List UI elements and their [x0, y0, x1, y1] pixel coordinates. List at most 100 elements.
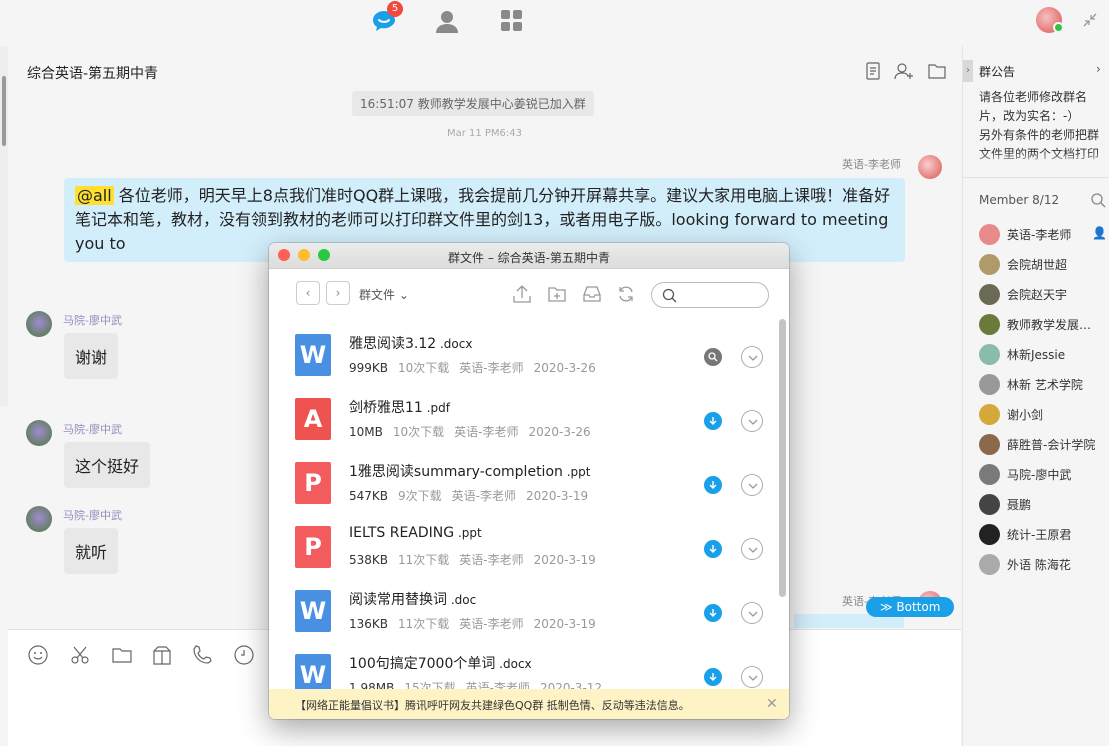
screenshot-scissors-icon[interactable] — [69, 644, 91, 666]
upload-icon[interactable] — [512, 284, 532, 304]
upload-date: 2020-3-19 — [533, 617, 596, 631]
phone-icon[interactable] — [191, 644, 213, 666]
chat-header: 综合英语-第五期中青 — [8, 46, 961, 96]
more-options-chevron-icon[interactable] — [741, 474, 763, 496]
member-item[interactable]: 会院赵天宇 — [979, 283, 1107, 307]
member-item[interactable]: 外语 陈海花 — [979, 553, 1107, 577]
file-meta: 999KB 10次下载 英语-李老师 2020-3-26 — [349, 359, 596, 376]
avatar — [979, 554, 1000, 575]
message-bubble: 就听 — [64, 528, 119, 574]
gift-box-icon[interactable] — [151, 644, 173, 666]
more-options-chevron-icon[interactable] — [741, 538, 763, 560]
member-item[interactable]: 谢小剑 — [979, 403, 1107, 427]
upload-date: 2020-3-26 — [533, 361, 596, 375]
member-item[interactable]: 聂鹏 — [979, 493, 1107, 517]
avatar[interactable] — [26, 506, 52, 532]
more-options-chevron-icon[interactable] — [741, 666, 763, 688]
contacts-tab[interactable] — [434, 8, 460, 34]
add-member-icon[interactable] — [894, 61, 914, 81]
member-name: 薛胜普-会计学院 — [1007, 438, 1096, 452]
member-item[interactable]: 马院-廖中武 — [979, 463, 1107, 487]
announcement-icon[interactable] — [863, 61, 883, 81]
back-button[interactable]: ‹ — [296, 281, 320, 305]
emoji-icon[interactable] — [27, 644, 49, 666]
dialog-titlebar[interactable]: 群文件 – 综合英语-第五期中青 — [269, 243, 789, 269]
member-name: 林新Jessie — [1007, 348, 1066, 362]
close-notice-icon[interactable]: ✕ — [766, 696, 778, 712]
file-name: 100句搞定7000个单词 .docx — [349, 656, 532, 672]
file-meta: 136KB 11次下载 英语-李老师 2020-3-19 — [349, 615, 596, 632]
member-item[interactable]: 统计-王原君 — [979, 523, 1107, 547]
file-size: 136KB — [349, 617, 389, 631]
download-count: 11次下载 — [398, 617, 450, 631]
mention-all[interactable]: @all — [75, 186, 114, 205]
double-chevron-down-icon: ≫ — [880, 600, 893, 614]
member-item[interactable]: 会院胡世超 — [979, 253, 1107, 277]
avatar[interactable] — [26, 420, 52, 446]
inbox-icon[interactable] — [582, 284, 602, 304]
download-icon[interactable] — [704, 540, 722, 558]
left-scrollbar[interactable] — [0, 46, 8, 406]
member-item[interactable]: 英语-李老师 👤 — [979, 223, 1107, 247]
download-count: 11次下载 — [398, 553, 450, 567]
download-icon[interactable] — [704, 604, 722, 622]
avatar — [979, 494, 1000, 515]
file-row[interactable]: P IELTS READING .ppt 538KB 11次下载 英语-李老师 2020-… — [269, 511, 777, 575]
online-status-dot — [1053, 22, 1064, 33]
folder-icon[interactable] — [927, 61, 947, 81]
avatar[interactable] — [918, 155, 942, 179]
chevron-right-icon[interactable]: › — [1096, 62, 1101, 76]
download-icon[interactable] — [704, 412, 722, 430]
bottom-button-label: Bottom — [896, 600, 941, 614]
history-clock-icon[interactable] — [233, 644, 255, 666]
pdf-file-icon: A — [295, 398, 331, 440]
download-icon[interactable] — [704, 668, 722, 686]
more-options-chevron-icon[interactable] — [741, 346, 763, 368]
group-files-dialog: 群文件 – 综合英语-第五期中青 ‹ › 群文件 ⌄ W 雅思阅读3.12 .do… — [269, 243, 789, 719]
group-side-panel: › 群公告 › 请各位老师修改群名片，改为实名：-） 另外有条件的老师把群文件里… — [962, 46, 1109, 746]
apps-tab[interactable] — [499, 8, 525, 34]
forward-button[interactable]: › — [326, 281, 350, 305]
file-search-input[interactable] — [651, 282, 769, 308]
preview-icon[interactable] — [704, 348, 722, 366]
collapse-panel-button[interactable]: › — [963, 60, 973, 82]
breadcrumb[interactable]: 群文件 ⌄ — [359, 286, 409, 303]
uploader: 英语-李老师 — [459, 361, 524, 375]
message-bubble: 谢谢 — [64, 333, 119, 379]
refresh-icon[interactable] — [616, 284, 636, 304]
dialog-title: 群文件 – 综合英语-第五期中青 — [448, 251, 610, 265]
avatar[interactable] — [26, 311, 52, 337]
chevron-left-icon: ‹ — [305, 286, 311, 300]
file-list-scrollbar[interactable] — [779, 319, 787, 689]
dialog-toolbar: ‹ › 群文件 ⌄ — [269, 269, 789, 319]
group-owner-icon: 👤 — [1092, 226, 1107, 240]
uploader: 英语-李老师 — [459, 617, 524, 631]
member-item[interactable]: 薛胜普-会计学院 — [979, 433, 1107, 457]
file-row[interactable]: W 雅思阅读3.12 .docx 999KB 10次下载 英语-李老师 2020-3-26 — [269, 319, 777, 383]
upload-date: 2020-3-26 — [528, 425, 591, 439]
send-file-icon[interactable] — [111, 644, 133, 666]
search-icon — [662, 288, 677, 303]
member-item[interactable]: 教师教学发展中心姜锐 — [979, 313, 1107, 337]
member-item[interactable]: 林新Jessie — [979, 343, 1107, 367]
avatar — [979, 284, 1000, 305]
more-options-chevron-icon[interactable] — [741, 602, 763, 624]
file-row[interactable]: W 100句搞定7000个单词 .docx 1.98MB 15次下载 英语-李老师 202… — [269, 639, 777, 689]
search-icon[interactable] — [1090, 192, 1106, 208]
shrink-window-icon[interactable] — [1082, 12, 1098, 28]
file-row[interactable]: A 剑桥雅思11 .pdf 10MB 10次下载 英语-李老师 2020-3-26 — [269, 383, 777, 447]
member-item[interactable]: 林新 艺术学院 — [979, 373, 1107, 397]
file-size: 538KB — [349, 553, 389, 567]
messages-tab[interactable]: 5 — [371, 1, 403, 34]
more-options-chevron-icon[interactable] — [741, 410, 763, 432]
file-meta: 547KB 9次下载 英语-李老师 2020-3-19 — [349, 487, 588, 504]
download-icon[interactable] — [704, 476, 722, 494]
avatar — [979, 254, 1000, 275]
file-row[interactable]: P 1雅思阅读summary-completion .ppt 547KB 9次下载 英语… — [269, 447, 777, 511]
scroll-to-bottom-button[interactable]: ≫ Bottom — [866, 597, 955, 617]
avatar — [979, 224, 1000, 245]
new-folder-icon[interactable] — [547, 284, 567, 304]
download-count: 15次下载 — [404, 681, 456, 689]
file-row[interactable]: W 阅读常用替换词 .doc 136KB 11次下载 英语-李老师 2020-3-19 — [269, 575, 777, 639]
sender-name: 马院-廖中武 — [63, 423, 122, 436]
